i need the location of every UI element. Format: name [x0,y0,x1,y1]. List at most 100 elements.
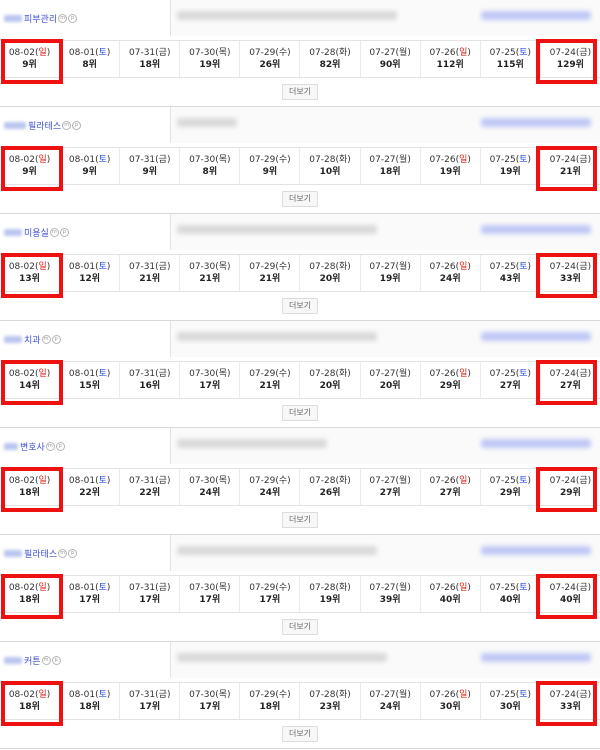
rank-value: 22 [139,488,152,498]
rank-suffix: 위 [512,167,521,177]
day-rank-cell: 07-30(목) 24위 [180,469,241,505]
date-weekday: 일 [459,476,468,486]
day-rank: 18위 [260,701,281,713]
mobile-badge-icon: m [45,441,55,451]
day-date: 07-30(목) [189,155,231,165]
day-rank-cell: 07-30(목) 17위 [180,576,241,612]
more-button[interactable]: 더보기 [281,191,319,207]
day-date: 07-24(금) [549,262,592,272]
rank-suffix: 위 [148,167,157,177]
rank-value: 19 [379,274,393,284]
rank-value: 12 [79,274,92,284]
day-rank-cell: 07-24(금) 21위 [541,148,600,184]
date-month-day: 07-25 [489,690,516,700]
card-header: 필라테스 m p [0,107,600,143]
day-date: 07-28(화) [309,155,351,165]
rank-value: 33 [559,702,573,712]
day-rank: 82위 [320,59,341,71]
day-date: 07-29(수) [249,155,291,165]
day-rank-cell: 07-31(금) 17위 [120,683,181,719]
day-date: 07-28(화) [309,476,351,486]
keyword-label: 커튼 [24,656,41,667]
more-button[interactable]: 더보기 [281,726,319,742]
keyword-link[interactable]: 변호사 m p [4,428,65,464]
rank-suffix: 위 [91,274,101,284]
date-weekday: 일 [459,369,468,379]
day-date: 07-31(금) [129,369,171,379]
rank-value: 24 [439,274,453,284]
more-button[interactable]: 더보기 [281,512,319,528]
day-rank-cell: 08-02(일) 18위 [0,469,61,505]
date-weekday: 토 [519,262,528,272]
blurred-url-text [177,332,377,341]
mobile-badge-icon: m [58,13,68,23]
blurred-link-text [481,118,591,127]
day-date: 07-29(수) [249,369,291,379]
day-rank: 40위 [500,594,521,606]
rank-suffix: 위 [272,381,281,391]
rank-value: 27 [559,381,573,391]
rank-suffix: 위 [31,381,40,391]
rank-value: 129 [556,60,576,70]
date-month-day: 07-25 [489,476,516,486]
date-month-day: 07-30 [189,155,216,165]
date-month-day: 07-30 [189,369,216,379]
more-button[interactable]: 더보기 [281,298,319,314]
more-button[interactable]: 더보기 [281,619,319,635]
keyword-link[interactable]: 커튼 m p [4,642,61,678]
day-date: 07-24(금) [549,690,592,700]
day-date: 08-02(일) [8,262,51,272]
date-weekday: 월 [399,48,408,58]
rank-value: 18 [79,702,92,712]
url-field [170,214,600,250]
date-weekday: 토 [519,583,528,593]
day-date: 07-27(월) [369,155,411,165]
keyword-link[interactable]: 피부관리 m p [4,0,78,36]
date-weekday: 월 [399,583,408,593]
day-date: 07-29(수) [249,690,291,700]
pc-badge-icon: p [68,13,78,23]
rank-suffix: 위 [211,381,221,391]
date-weekday: 토 [98,476,107,486]
date-weekday: 월 [399,476,408,486]
date-weekday: 일 [38,583,47,593]
date-month-day: 07-30 [189,262,216,272]
day-rank: 40위 [440,594,461,606]
rank-value: 24 [379,702,393,712]
rank-value: 19 [499,167,513,177]
keyword-link[interactable]: 미용실 m p [4,214,69,250]
date-weekday: 수 [278,690,288,700]
day-date: 07-26(일) [429,155,471,165]
date-weekday: 금 [158,476,167,486]
rank-suffix: 위 [572,702,581,712]
date-month-day: 07-31 [129,476,156,486]
rank-value: 30 [439,702,453,712]
keyword-link[interactable]: 필라테스 m p [4,535,78,571]
day-rank-cell: 07-24(금) 129위 [541,41,600,77]
card-header: 미용실 m p [0,214,600,250]
date-month-day: 07-31 [129,48,156,58]
rank-suffix: 위 [332,702,341,712]
more-button[interactable]: 더보기 [281,84,319,100]
day-rank-cell: 07-27(월) 24위 [361,683,421,719]
day-rank: 27위 [380,487,401,499]
rank-suffix: 위 [272,60,281,70]
rank-value: 82 [319,60,333,70]
day-date: 07-25(토) [489,262,532,272]
rank-suffix: 위 [31,488,40,498]
date-month-day: 08-02 [8,369,35,379]
day-rank: 27위 [560,380,581,392]
date-month-day: 07-29 [249,48,276,58]
rank-suffix: 위 [28,60,37,70]
keyword-link[interactable]: 필라테스 m p [4,107,82,143]
date-month-day: 07-29 [249,476,276,486]
rank-value: 33 [559,274,573,284]
date-weekday: 일 [459,155,468,165]
keyword-link[interactable]: 치과 m p [4,321,61,357]
rank-suffix: 위 [452,488,461,498]
date-month-day: 07-28 [309,690,336,700]
day-rank: 17위 [79,594,100,606]
keyword-label: 필라테스 [24,549,58,560]
more-button[interactable]: 더보기 [281,405,319,421]
day-date: 07-25(토) [489,690,532,700]
